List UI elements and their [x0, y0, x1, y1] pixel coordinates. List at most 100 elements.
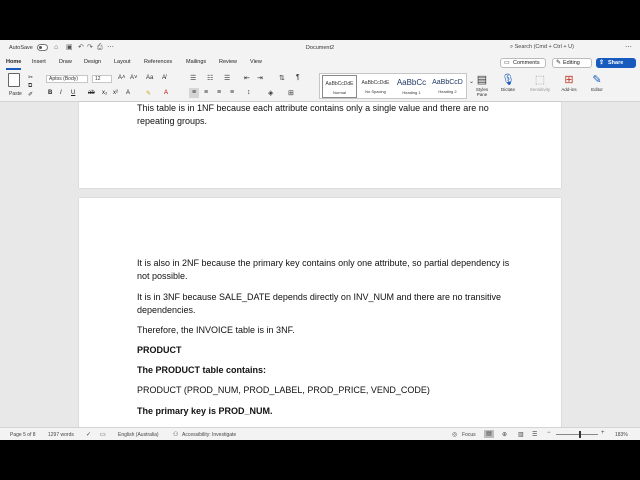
accessibility-status[interactable]: Accessibility: Investigate: [182, 432, 236, 438]
tab-layout[interactable]: Layout: [114, 59, 131, 65]
share-button[interactable]: ⇪ Share: [596, 58, 636, 68]
page-count[interactable]: Page 5 of 8: [10, 432, 36, 438]
paragraph-3nf[interactable]: It is in 3NF because SALE_DATE depends d…: [137, 291, 517, 316]
style-normal[interactable]: AaBbCcDdE Normal: [322, 75, 357, 98]
sensitivity-icon: ⬚: [534, 74, 546, 86]
paragraph-primary-key[interactable]: The primary key is PROD_NUM.: [137, 405, 517, 418]
search-icon: ⌕: [510, 44, 514, 50]
align-center-icon[interactable]: ≡: [204, 89, 208, 96]
word-window: AutoSave ⌂ ▣ ↶ ↷ ⎙ ⋯ Document2 ⌕ Search …: [0, 40, 640, 440]
shrink-font-icon[interactable]: A˅: [130, 75, 138, 81]
format-painter-icon[interactable]: ✐: [28, 91, 33, 98]
focus-button[interactable]: Focus: [462, 432, 476, 438]
tab-references[interactable]: References: [144, 59, 172, 65]
paste-label: Paste: [9, 91, 22, 97]
zoom-level[interactable]: 183%: [615, 432, 628, 438]
zoom-slider[interactable]: [556, 434, 598, 435]
grow-font-icon[interactable]: A˄: [118, 75, 126, 81]
editor-button[interactable]: ✎ Editor: [587, 73, 607, 92]
track-changes-icon[interactable]: ▭: [100, 431, 106, 438]
status-bar: Page 5 of 8 1297 words ✓ ▭ English (Aust…: [0, 427, 640, 440]
focus-icon: ◎: [452, 432, 458, 438]
pencil-icon: ✎: [556, 60, 562, 66]
microphone-icon: 🎙: [501, 74, 515, 86]
font-name-dropdown[interactable]: Aptos (Body): [46, 75, 88, 83]
multilevel-list-icon[interactable]: ☰: [224, 74, 230, 82]
style-no-spacing[interactable]: AaBbCcDdE No Spacing: [358, 75, 393, 98]
underline-icon[interactable]: U: [71, 90, 75, 96]
subscript-icon[interactable]: x₂: [102, 90, 107, 96]
word-count[interactable]: 1297 words: [48, 432, 74, 438]
tab-mailings[interactable]: Mailings: [186, 59, 206, 65]
comments-button[interactable]: ▭ Comments: [500, 58, 546, 68]
print-layout-icon[interactable]: ▤: [484, 430, 494, 438]
show-formatting-icon[interactable]: ¶: [296, 74, 300, 81]
paste-icon[interactable]: [8, 73, 20, 87]
zoom-slider-handle[interactable]: [579, 431, 581, 438]
tab-home[interactable]: Home: [6, 59, 22, 70]
document-page-5: It is also in 2NF because the primary ke…: [79, 198, 561, 438]
heading-product[interactable]: PRODUCT: [137, 344, 517, 357]
text-effects-icon[interactable]: A: [126, 90, 130, 96]
paragraph-conclusion[interactable]: Therefore, the INVOICE table is in 3NF.: [137, 324, 517, 337]
bullets-icon[interactable]: ☰: [190, 74, 196, 82]
tab-design[interactable]: Design: [84, 59, 101, 65]
zoom-in-icon[interactable]: +: [601, 430, 605, 436]
accessibility-icon: ⚇: [173, 432, 179, 438]
paragraph-2nf[interactable]: It is also in 2NF because the primary ke…: [137, 257, 517, 282]
web-layout-icon[interactable]: ⊕: [502, 431, 507, 438]
editor-icon: ✎: [592, 74, 602, 86]
document-page-4: This table is in 1NF because each attrib…: [79, 102, 561, 188]
change-case-icon[interactable]: Aa: [146, 75, 153, 81]
options-icon[interactable]: ⋯: [625, 44, 632, 51]
superscript-icon[interactable]: x²: [113, 90, 118, 96]
numbering-icon[interactable]: ☷: [207, 74, 213, 82]
clear-format-icon[interactable]: A̸: [162, 75, 166, 81]
shading-icon[interactable]: ◈: [268, 89, 273, 97]
editing-button[interactable]: ✎ Editing: [552, 58, 592, 68]
sensitivity-button[interactable]: ⬚ Sensitivity: [526, 73, 554, 92]
style-heading-2[interactable]: AaBbCcD Heading 2: [430, 75, 465, 98]
borders-icon[interactable]: ⊞: [288, 89, 294, 97]
comment-icon: ▭: [504, 60, 510, 66]
styles-pane-button[interactable]: ▤ Styles Pane: [473, 73, 491, 97]
tab-review[interactable]: Review: [219, 59, 237, 65]
language-status[interactable]: English (Australia): [118, 432, 159, 438]
justify-icon[interactable]: ≡: [230, 89, 234, 96]
search-box[interactable]: ⌕ Search (Cmd + Ctrl + U): [510, 44, 574, 51]
addins-icon: ⊞: [564, 74, 574, 86]
styles-gallery: AaBbCcDdE Normal AaBbCcDdE No Spacing Aa…: [319, 73, 467, 99]
share-icon: ⇪: [599, 60, 605, 66]
search-placeholder: Search (Cmd + Ctrl + U): [514, 44, 574, 50]
dictate-button[interactable]: 🎙 Dictate: [497, 73, 519, 92]
sort-icon[interactable]: ⇅: [279, 74, 285, 82]
increase-indent-icon[interactable]: ⇥: [257, 74, 263, 82]
style-heading-1[interactable]: AaBbCc Heading 1: [394, 75, 429, 98]
strikethrough-icon[interactable]: ab: [88, 90, 95, 96]
font-color-icon[interactable]: A: [164, 90, 168, 96]
page-text-paragraph[interactable]: This table is in 1NF because each attrib…: [137, 102, 517, 127]
outline-icon[interactable]: ☰: [532, 431, 537, 438]
highlight-icon[interactable]: ✎: [146, 90, 151, 97]
tab-insert[interactable]: Insert: [32, 59, 46, 65]
read-mode-icon[interactable]: ▥: [518, 431, 524, 438]
paragraph-product-contains[interactable]: The PRODUCT table contains:: [137, 364, 517, 377]
align-right-icon[interactable]: ≡: [217, 89, 221, 96]
font-size-dropdown[interactable]: 12: [92, 75, 112, 83]
bold-icon[interactable]: B: [48, 90, 52, 96]
cut-icon[interactable]: ✂: [28, 74, 33, 81]
copy-icon[interactable]: ⧉: [28, 83, 32, 90]
zoom-out-icon[interactable]: −: [547, 430, 551, 436]
italic-icon[interactable]: I: [60, 90, 62, 96]
line-spacing-icon[interactable]: ↕: [247, 89, 251, 96]
ribbon-home: Paste ✂ ⧉ ✐ Aptos (Body) 12 A˄ A˅ Aa A̸ …: [0, 70, 640, 102]
proofing-icon[interactable]: ✓: [86, 431, 91, 438]
addins-button[interactable]: ⊞ Add-ins: [558, 73, 580, 92]
tab-view[interactable]: View: [250, 59, 262, 65]
decrease-indent-icon[interactable]: ⇤: [244, 74, 250, 82]
align-left-icon[interactable]: ≡: [189, 88, 199, 98]
paragraph-product-schema[interactable]: PRODUCT (PROD_NUM, PROD_LABEL, PROD_PRIC…: [137, 384, 517, 397]
styles-pane-icon: ▤: [476, 74, 488, 86]
tab-draw[interactable]: Draw: [59, 59, 72, 65]
ribbon-tabs: Home Insert Draw Design Layout Reference…: [0, 56, 640, 70]
